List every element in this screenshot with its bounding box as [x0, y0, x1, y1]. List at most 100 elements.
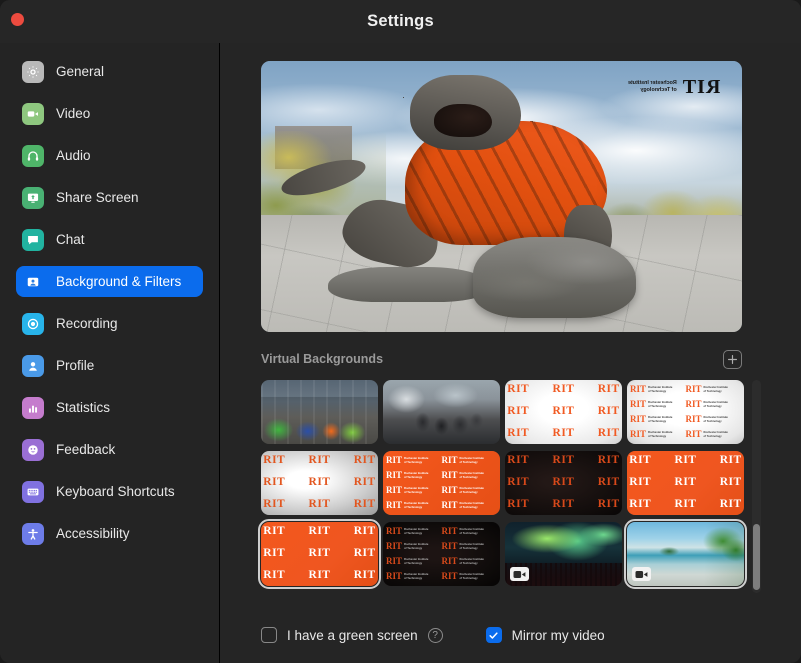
sidebar-item-keyboard-shortcuts[interactable]: Keyboard Shortcuts — [16, 476, 203, 507]
sidebar-item-audio[interactable]: Audio — [16, 140, 203, 171]
lockup-subtext: Rochester Institute of Technology — [459, 573, 484, 580]
background-thumbnail[interactable] — [261, 380, 378, 444]
sidebar-item-label: General — [56, 64, 105, 79]
rit-text-pattern: RITRITRITRITRITRITRITRITRITRITRITRITRITR… — [505, 380, 622, 444]
rit-text-pattern: RITRITRITRITRITRITRITRITRITRITRITRITRITR… — [261, 451, 378, 515]
video-background-badge — [632, 567, 651, 581]
pattern-word: RIT — [353, 476, 376, 489]
rit-orange-white-text: RITRITRITRITRITRITRITRITRITRITRITRITRITR… — [627, 451, 744, 515]
bar-chart-icon — [22, 396, 44, 419]
record-circle-icon — [27, 318, 39, 329]
preview-mirror-layer: RIT Rochester Institute of Technology — [261, 61, 742, 332]
rit-black-orange-text: RITRITRITRITRITRITRITRITRITRITRITRITRITR… — [505, 451, 622, 515]
chat-bubble-icon — [22, 228, 44, 251]
pattern-word: RIT — [597, 476, 620, 489]
lockup-subtext: Rochester Institute of Technology — [404, 502, 429, 509]
background-thumbnail[interactable] — [383, 380, 500, 444]
lockup-subtext: Rochester Institute of Technology — [404, 558, 429, 565]
sidebar-item-chat[interactable]: Chat — [16, 224, 203, 255]
pattern-word: RIT — [308, 568, 331, 581]
chat-bubble-icon — [28, 235, 38, 244]
background-thumbnail[interactable] — [505, 522, 622, 586]
settings-window: Settings General Video Audio Share Screen Ch… — [0, 0, 801, 663]
lockup-rit-text: RIT — [386, 541, 403, 551]
background-thumbnail[interactable]: RITRITRITRITRITRITRITRITRITRITRITRITRITR… — [505, 451, 622, 515]
sidebar-item-profile[interactable]: Profile — [16, 350, 203, 381]
background-thumbnail[interactable]: RITRITRITRITRITRITRITRITRITRITRITRITRITR… — [261, 451, 378, 515]
grid-scrollbar-thumb[interactable] — [753, 524, 760, 590]
sidebar-item-statistics[interactable]: Statistics — [16, 392, 203, 423]
background-thumbnail[interactable]: RITRITRITRITRITRITRITRITRITRITRITRITRITR… — [505, 380, 622, 444]
person-icon — [29, 361, 37, 371]
pattern-word: RIT — [629, 476, 652, 489]
pattern-word: RIT — [719, 454, 742, 467]
lockup-rit-text: RIT — [630, 384, 647, 394]
sidebar-item-share-screen[interactable]: Share Screen — [16, 182, 203, 213]
sidebar-item-background-filters[interactable]: Background & Filters — [16, 266, 203, 297]
rit-logo-lockup: RIT Rochester Institute of Technology — [686, 415, 742, 424]
pattern-word: RIT — [353, 525, 376, 538]
sidebar-item-label: Share Screen — [56, 190, 139, 205]
background-thumbnail[interactable]: RIT Rochester Institute of Technology RIT Ro… — [383, 522, 500, 586]
pattern-word: RIT — [597, 405, 620, 418]
sidebar-item-label: Accessibility — [56, 526, 130, 541]
pattern-word: RIT — [507, 383, 530, 396]
sidebar-item-video[interactable]: Video — [16, 98, 203, 129]
pattern-word: RIT — [552, 497, 575, 510]
virtual-backgrounds-scroll-area[interactable]: RITRITRITRITRITRITRITRITRITRITRITRITRITR… — [258, 380, 761, 593]
green-screen-checkbox[interactable] — [261, 627, 277, 643]
tiger-open-mouth — [434, 104, 492, 137]
sidebar-item-general[interactable]: General — [16, 56, 203, 87]
pattern-word: RIT — [597, 497, 620, 510]
pattern-word: RIT — [552, 454, 575, 467]
lockup-rit-text: RIT — [386, 571, 403, 581]
virtual-backgrounds-grid: RITRITRITRITRITRITRITRITRITRITRITRITRITR… — [258, 380, 749, 589]
video-camera-icon — [513, 570, 526, 578]
green-screen-option[interactable]: I have a green screen ? — [261, 627, 443, 643]
sidebar-item-recording[interactable]: Recording — [16, 308, 203, 339]
lockup-rit-text: RIT — [386, 470, 403, 480]
rit-black-logo-lockup: RIT Rochester Institute of Technology RIT Ro… — [383, 522, 500, 586]
rit-logo-lockup: RIT Rochester Institute of Technology — [442, 471, 498, 480]
sidebar-item-label: Feedback — [56, 442, 116, 457]
preview-rock-ledge — [328, 266, 492, 303]
rit-logo-lockup: RIT Rochester Institute of Technology — [630, 430, 686, 439]
mirror-video-checkbox[interactable] — [485, 627, 502, 643]
background-thumbnail[interactable]: RIT Rochester Institute of Technology RIT Ro… — [383, 451, 500, 515]
video-preview[interactable]: RIT Rochester Institute of Technology — [261, 61, 742, 332]
add-background-button[interactable] — [723, 349, 742, 369]
background-thumbnail[interactable] — [624, 519, 747, 589]
background-thumbnail[interactable]: RIT Rochester Institute of Technology RIT Ro… — [627, 380, 744, 444]
sidebar-item-accessibility[interactable]: Accessibility — [16, 518, 203, 549]
close-window-button[interactable] — [11, 13, 24, 26]
lockup-subtext: Rochester Institute of Technology — [459, 502, 484, 509]
preview-rock-base — [472, 237, 637, 319]
lockup-rit-text: RIT — [386, 455, 403, 465]
rit-white-orange-text: RITRITRITRITRITRITRITRITRITRITRITRITRITR… — [505, 380, 622, 444]
question-mark-icon[interactable]: ? — [427, 627, 443, 643]
person-card-icon — [22, 271, 44, 293]
bar-chart-icon — [28, 405, 38, 413]
pattern-word: RIT — [552, 476, 575, 489]
pattern-word: RIT — [263, 568, 286, 581]
checkmark-icon — [489, 631, 498, 639]
lockup-subtext: Rochester Institute of Technology — [404, 573, 429, 580]
video-camera-icon — [22, 102, 44, 125]
pattern-word: RIT — [353, 547, 376, 560]
sidebar-item-label: Statistics — [56, 400, 111, 415]
mirror-video-option[interactable]: Mirror my video — [485, 627, 605, 643]
lockup-subtext: Rochester Institute of Technology — [404, 457, 429, 464]
gear-icon — [27, 65, 39, 78]
sidebar-item-label: Keyboard Shortcuts — [56, 484, 175, 499]
background-thumbnail[interactable]: RITRITRITRITRITRITRITRITRITRITRITRITRITR… — [627, 451, 744, 515]
background-thumbnail[interactable]: RITRITRITRITRITRITRITRITRITRITRITRITRITR… — [258, 519, 381, 589]
grid-scrollbar-track[interactable] — [752, 380, 761, 593]
title-bar: Settings — [0, 0, 801, 43]
sidebar-item-feedback[interactable]: Feedback — [16, 434, 203, 465]
rit-text-pattern: RITRITRITRITRITRITRITRITRITRITRITRITRITR… — [627, 451, 744, 515]
lockup-rit-text: RIT — [441, 541, 458, 551]
rit-logo-lockup: RIT Rochester Institute of Technology — [442, 486, 498, 495]
pattern-word: RIT — [308, 525, 331, 538]
video-background-badge — [510, 567, 529, 581]
video-camera-icon — [635, 570, 648, 578]
